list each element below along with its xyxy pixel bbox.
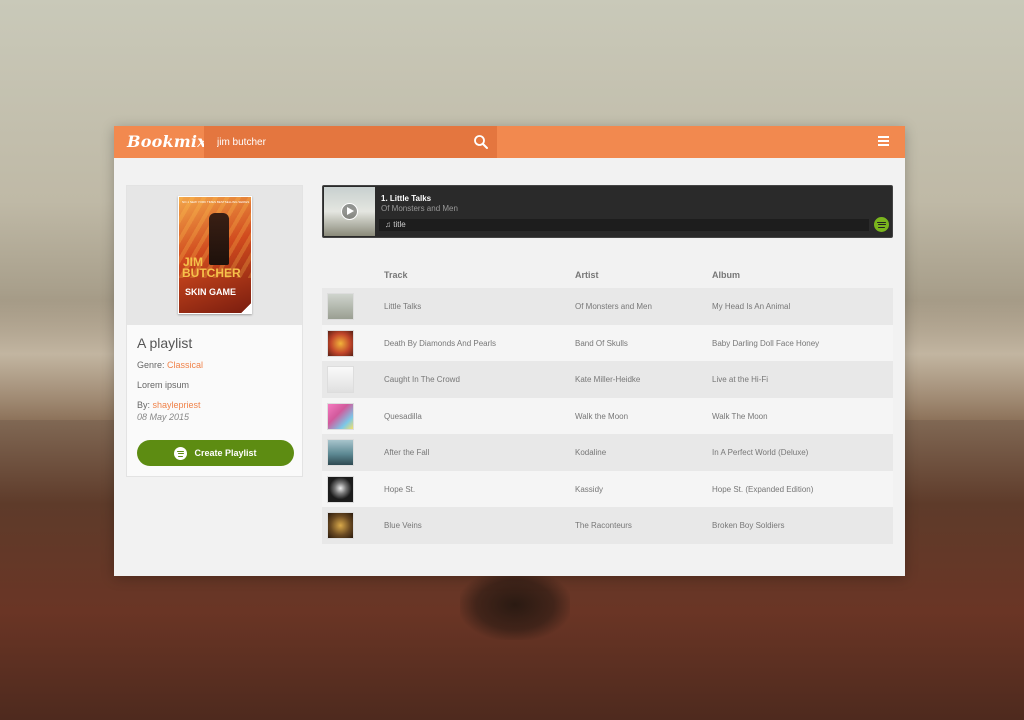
artist-name: Walk the Moon xyxy=(575,411,629,421)
now-playing-artwork xyxy=(324,187,375,236)
track-name: Hope St. xyxy=(384,484,416,494)
player-bar[interactable] xyxy=(379,219,869,231)
header-track[interactable]: Track xyxy=(384,270,408,280)
track-name: Quesadilla xyxy=(384,411,422,421)
book-cover: NO.1 NEW YORK TIMES BESTSELLING SERIES J… xyxy=(178,196,252,314)
album-art xyxy=(327,293,354,320)
album-art xyxy=(327,475,354,503)
artist-name: Kassidy xyxy=(575,484,604,494)
playlist-card: NO.1 NEW YORK TIMES BESTSELLING SERIES J… xyxy=(126,185,303,477)
play-icon[interactable] xyxy=(341,203,358,220)
album-art xyxy=(327,439,354,466)
playlist-title: A playlist xyxy=(137,335,193,351)
artist-name: Of Monsters and Men xyxy=(575,302,652,311)
search-icon[interactable] xyxy=(473,134,489,150)
cover-author-last: BUTCHER xyxy=(182,266,241,280)
author-link[interactable]: shaylepriest xyxy=(153,400,201,410)
track-name: After the Fall xyxy=(384,448,430,457)
header-artist[interactable]: Artist xyxy=(575,270,599,280)
spotify-player: 1. Little Talks Of Monsters and Men ♫ ti… xyxy=(322,185,893,238)
artist-name: Band Of Skulls xyxy=(575,338,628,348)
cover-area: NO.1 NEW YORK TIMES BESTSELLING SERIES J… xyxy=(127,186,302,325)
album-art xyxy=(327,402,354,430)
spotify-logo-icon[interactable] xyxy=(874,217,889,232)
create-playlist-label: Create Playlist xyxy=(194,448,257,458)
track-name: Caught In The Crowd xyxy=(384,375,460,384)
album-name: My Head Is An Animal xyxy=(712,302,791,311)
table-header: Track Artist Album xyxy=(322,262,893,288)
playlist-info: A playlist Genre: Classical Lorem ipsum … xyxy=(127,325,302,423)
track-name: Blue Veins xyxy=(384,521,422,530)
album-art xyxy=(327,366,354,393)
by-label: By: xyxy=(137,400,151,410)
spotify-icon xyxy=(174,446,188,460)
top-bar: Bookmix xyxy=(114,126,905,158)
playlist-genre: Genre: Classical xyxy=(137,360,292,371)
bookmix-logo[interactable]: Bookmix xyxy=(127,132,207,151)
album-name: In A Perfect World (Deluxe) xyxy=(712,448,809,457)
background-book-spine xyxy=(460,570,570,640)
now-playing-artist: Of Monsters and Men xyxy=(381,204,458,213)
player-bar-label: ♫ title xyxy=(385,220,406,229)
genre-link[interactable]: Classical xyxy=(167,360,203,370)
now-playing-title: 1. Little Talks xyxy=(381,194,432,203)
playlist-date: 08 May 2015 xyxy=(137,412,190,422)
album-name: Broken Boy Soldiers xyxy=(712,521,785,530)
album-name: Live at the Hi-Fi xyxy=(712,375,769,384)
app-window: Bookmix NO.1 NEW YORK TIMES BESTSELLING … xyxy=(114,126,905,576)
track-name: Little Talks xyxy=(384,302,422,311)
artist-name: Kodaline xyxy=(575,448,607,457)
table-row[interactable]: After the Fall Kodaline In A Perfect Wor… xyxy=(322,434,893,471)
table-row[interactable]: Blue Veins The Raconteurs Broken Boy Sol… xyxy=(322,507,893,544)
search-input[interactable] xyxy=(204,126,464,158)
table-row[interactable]: Caught In The Crowd Kate Miller-Heidke L… xyxy=(322,361,893,398)
cover-book-title: SKIN GAME xyxy=(185,287,237,297)
create-playlist-button[interactable]: Create Playlist xyxy=(137,440,294,466)
album-name: Hope St. (Expanded Edition) xyxy=(712,484,814,494)
track-name: Death By Diamonds And Pearls xyxy=(384,338,497,348)
hamburger-menu-icon[interactable] xyxy=(878,136,889,147)
album-name: Walk The Moon xyxy=(712,411,768,421)
cover-tagline: NO.1 NEW YORK TIMES BESTSELLING SERIES xyxy=(182,200,250,204)
album-art xyxy=(327,329,354,357)
album-art xyxy=(327,512,354,539)
artist-name: The Raconteurs xyxy=(575,521,632,530)
table-row[interactable]: Quesadilla Walk the Moon Walk The Moon xyxy=(322,397,893,434)
track-table: Track Artist Album Little Talks Of Monst… xyxy=(322,262,893,544)
playlist-description: Lorem ipsum xyxy=(137,380,190,390)
table-row[interactable]: Hope St. Kassidy Hope St. (Expanded Edit… xyxy=(322,470,893,507)
table-row[interactable]: Little Talks Of Monsters and Men My Head… xyxy=(322,288,893,325)
artist-name: Kate Miller-Heidke xyxy=(575,375,641,384)
search-bar xyxy=(204,126,497,158)
playlist-author: By: shaylepriest xyxy=(137,400,292,411)
table-row[interactable]: Death By Diamonds And Pearls Band Of Sku… xyxy=(322,324,893,361)
genre-label: Genre: xyxy=(137,360,165,370)
cover-figure xyxy=(209,213,229,265)
album-name: Baby Darling Doll Face Honey xyxy=(712,338,820,348)
header-album[interactable]: Album xyxy=(712,270,740,280)
